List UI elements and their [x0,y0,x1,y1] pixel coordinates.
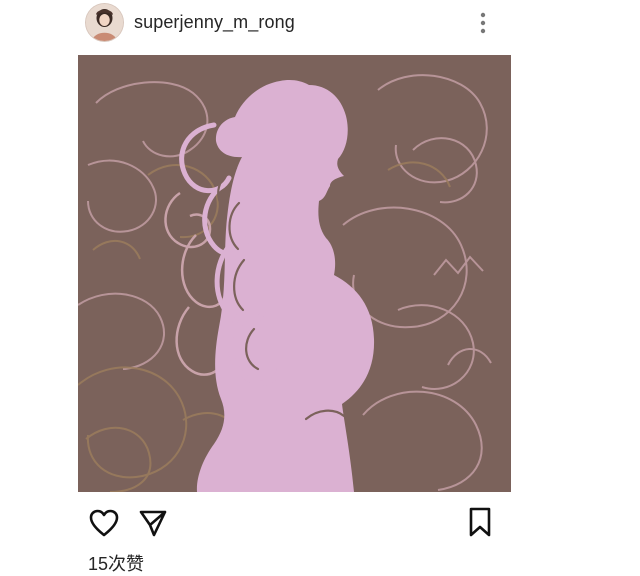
like-count: 15次赞 [88,554,145,574]
post-image[interactable] [78,55,511,492]
username[interactable]: superjenny_m_rong [134,12,295,33]
more-vertical-icon[interactable] [470,8,496,38]
avatar[interactable] [86,4,123,41]
post-header: superjenny_m_rong [0,0,640,48]
bookmark-icon[interactable] [466,506,494,538]
paper-plane-icon[interactable] [138,508,168,538]
heart-icon[interactable] [88,508,120,538]
